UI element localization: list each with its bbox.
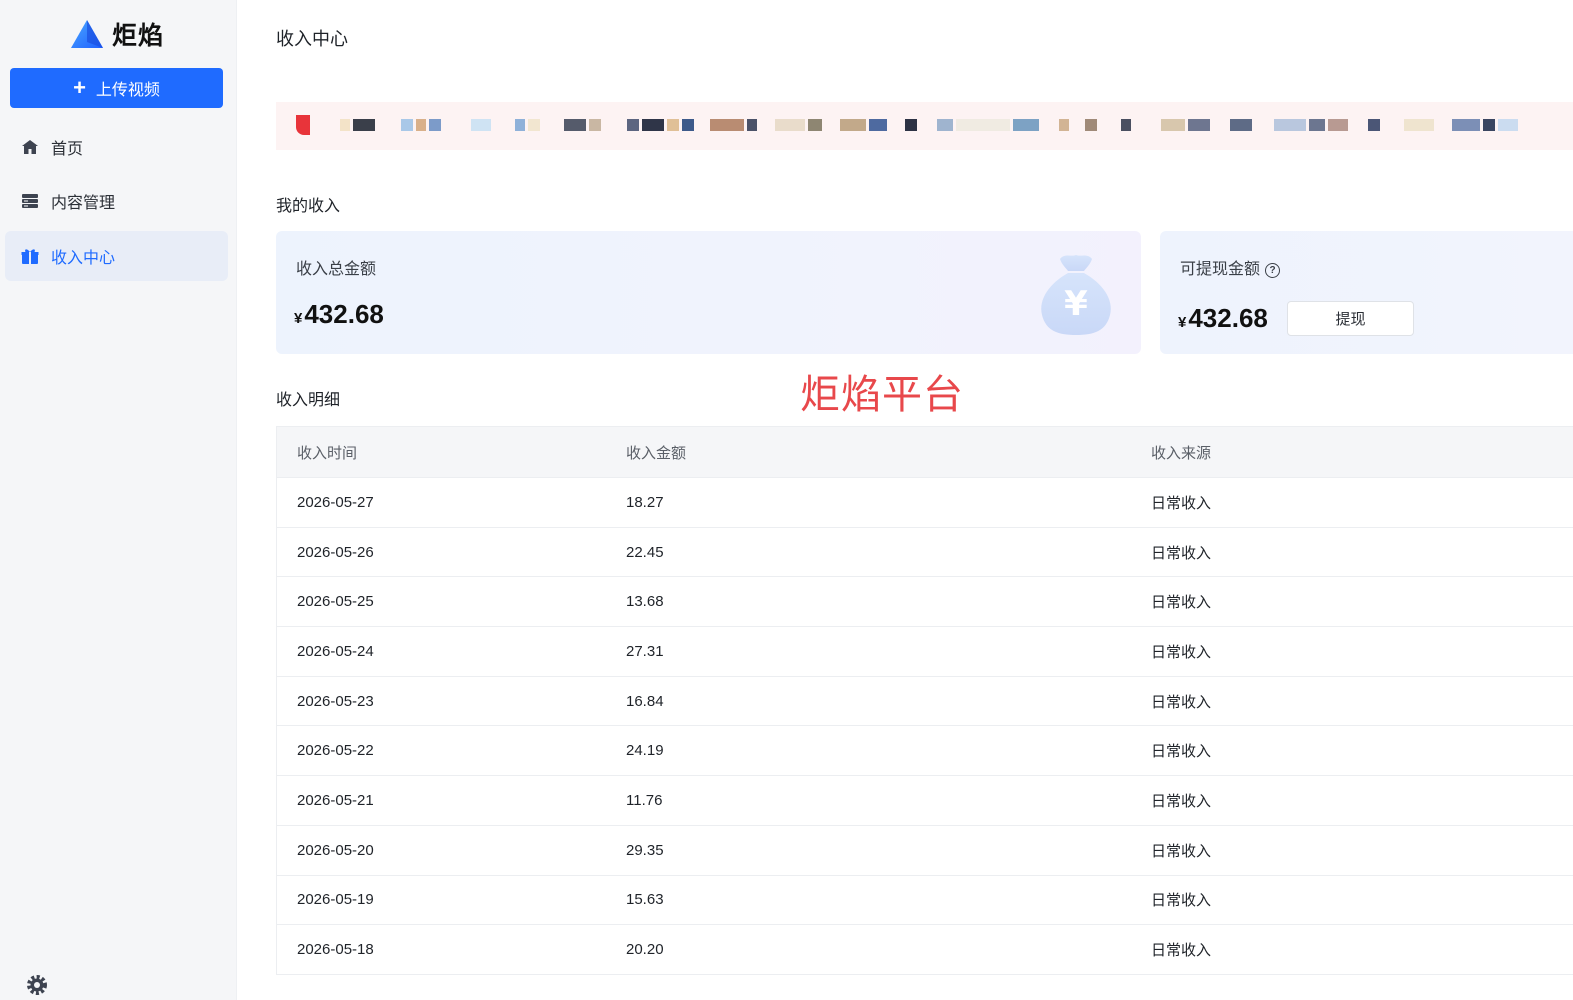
header-income-source: 收入来源 bbox=[1151, 444, 1212, 462]
cell-source: 日常收入 bbox=[1151, 842, 1212, 860]
cell-source: 日常收入 bbox=[1151, 892, 1212, 910]
money-bag-icon: ¥ bbox=[1041, 255, 1111, 335]
help-circle-icon[interactable]: ? bbox=[1265, 263, 1281, 278]
table-header: 收入时间 收入金额 收入来源 bbox=[277, 427, 1573, 477]
cell-date: 2026-05-21 bbox=[297, 791, 374, 809]
table-row: 2026-05-27 18.27 日常收入 bbox=[277, 477, 1573, 527]
withdrawable-amount: ¥432.68 bbox=[1178, 303, 1268, 334]
amount-value: 432.68 bbox=[304, 299, 384, 329]
gift-icon bbox=[21, 247, 39, 265]
sidebar-item-label: 首页 bbox=[51, 141, 84, 158]
cell-amount: 29.35 bbox=[626, 841, 664, 859]
cell-source: 日常收入 bbox=[1151, 942, 1212, 960]
logo[interactable]: 炬焰 bbox=[70, 16, 164, 52]
cell-source: 日常收入 bbox=[1151, 594, 1212, 612]
plus-icon: + bbox=[73, 75, 86, 100]
home-icon bbox=[21, 138, 39, 156]
withdraw-button[interactable]: 提现 bbox=[1287, 301, 1414, 336]
cell-amount: 27.31 bbox=[626, 642, 664, 660]
cell-source: 日常收入 bbox=[1151, 792, 1212, 810]
notice-banner[interactable] bbox=[276, 102, 1573, 150]
svg-text:¥: ¥ bbox=[1064, 284, 1088, 324]
total-income-card: 收入总金额 ¥432.68 ¥ bbox=[276, 231, 1141, 354]
storage-icon bbox=[21, 192, 39, 210]
main-content: 收入中心 我的收入 收入总金额 ¥432.68 ¥ 可提现金额 ? ¥432.6… bbox=[276, 0, 1573, 1000]
total-income-amount: ¥432.68 bbox=[294, 299, 384, 330]
table-row: 2026-05-18 20.20 日常收入 bbox=[277, 924, 1573, 974]
cell-date: 2026-05-19 bbox=[297, 891, 374, 909]
sidebar-item-label: 内容管理 bbox=[51, 195, 116, 212]
sidebar: 炬焰 + 上传视频 首页 内容管理 收入中心 bbox=[0, 0, 237, 1000]
settings-gear-icon[interactable] bbox=[25, 973, 49, 997]
table-row: 2026-05-26 22.45 日常收入 bbox=[277, 526, 1573, 577]
cell-date: 2026-05-27 bbox=[297, 493, 374, 511]
header-income-time: 收入时间 bbox=[297, 444, 358, 462]
cell-date: 2026-05-23 bbox=[297, 692, 374, 710]
cell-amount: 11.76 bbox=[626, 791, 663, 809]
cell-source: 日常收入 bbox=[1151, 494, 1212, 512]
income-detail-table: 收入时间 收入金额 收入来源 2026-05-27 18.27 日常收入 202… bbox=[276, 426, 1573, 975]
withdrawable-label-text: 可提现金额 bbox=[1180, 261, 1261, 278]
currency-symbol: ¥ bbox=[1178, 314, 1187, 331]
table-row: 2026-05-25 13.68 日常收入 bbox=[277, 576, 1573, 626]
cell-date: 2026-05-22 bbox=[297, 742, 374, 760]
logo-text: 炬焰 bbox=[112, 22, 165, 50]
cell-amount: 13.68 bbox=[626, 593, 664, 611]
cell-date: 2026-05-25 bbox=[297, 593, 374, 611]
header-income-amount: 收入金额 bbox=[626, 444, 687, 462]
table-row: 2026-05-23 16.84 日常收入 bbox=[277, 675, 1573, 726]
amount-value: 432.68 bbox=[1188, 303, 1268, 333]
cell-source: 日常收入 bbox=[1151, 544, 1212, 562]
platform-watermark: 炬焰平台 bbox=[800, 373, 964, 417]
sidebar-item-home[interactable]: 首页 bbox=[5, 122, 228, 172]
cell-amount: 15.63 bbox=[626, 891, 664, 909]
cell-source: 日常收入 bbox=[1151, 743, 1212, 761]
upload-video-label: 上传视频 bbox=[95, 82, 160, 99]
table-row: 2026-05-19 15.63 日常收入 bbox=[277, 874, 1573, 925]
withdrawable-card: 可提现金额? ¥432.68 提现 bbox=[1160, 231, 1573, 354]
cell-source: 日常收入 bbox=[1151, 643, 1212, 661]
cell-amount: 16.84 bbox=[626, 692, 664, 710]
sidebar-item-income-center[interactable]: 收入中心 bbox=[5, 231, 228, 281]
table-row: 2026-05-21 11.76 日常收入 bbox=[277, 775, 1573, 825]
sidebar-item-content-management[interactable]: 内容管理 bbox=[5, 176, 228, 226]
table-row: 2026-05-24 27.31 日常收入 bbox=[277, 626, 1573, 676]
sidebar-item-label: 收入中心 bbox=[51, 250, 116, 267]
cell-amount: 20.20 bbox=[626, 941, 664, 959]
cell-amount: 22.45 bbox=[626, 543, 664, 561]
cell-date: 2026-05-24 bbox=[297, 642, 374, 660]
cell-date: 2026-05-20 bbox=[297, 841, 374, 859]
cell-source: 日常收入 bbox=[1151, 693, 1212, 711]
currency-symbol: ¥ bbox=[294, 310, 303, 327]
table-row: 2026-05-22 24.19 日常收入 bbox=[277, 725, 1573, 775]
page-title: 收入中心 bbox=[276, 29, 348, 49]
income-detail-title: 收入明细 bbox=[276, 392, 341, 409]
table-row: 2026-05-20 29.35 日常收入 bbox=[277, 824, 1573, 875]
upload-video-button[interactable]: + 上传视频 bbox=[10, 68, 223, 108]
cell-date: 2026-05-26 bbox=[297, 543, 374, 561]
my-income-title: 我的收入 bbox=[276, 198, 341, 215]
total-income-label: 收入总金额 bbox=[296, 261, 377, 278]
cell-amount: 18.27 bbox=[626, 493, 664, 511]
withdrawable-label: 可提现金额? bbox=[1180, 255, 1281, 279]
logo-flame-icon bbox=[71, 20, 103, 48]
cell-amount: 24.19 bbox=[626, 742, 664, 760]
cell-date: 2026-05-18 bbox=[297, 941, 374, 959]
pixelated-notice-text bbox=[296, 114, 1518, 136]
